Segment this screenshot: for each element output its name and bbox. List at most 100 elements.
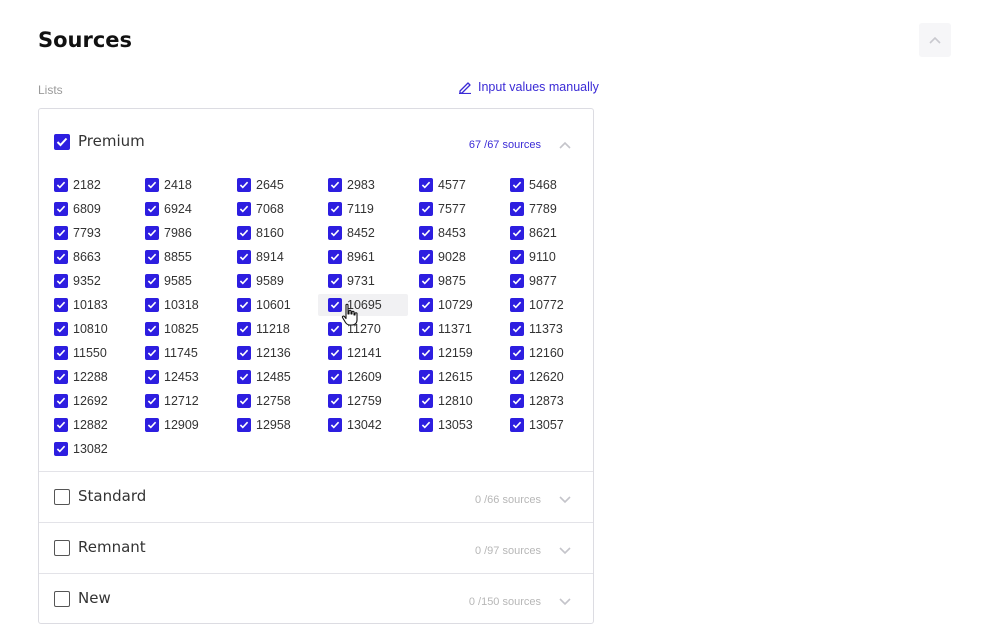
source-item-9352[interactable]: 9352 (54, 273, 101, 289)
source-checkbox[interactable] (54, 346, 68, 360)
source-item-12873[interactable]: 12873 (510, 393, 564, 409)
source-item-12712[interactable]: 12712 (145, 393, 199, 409)
source-item-2645[interactable]: 2645 (237, 177, 284, 193)
source-checkbox[interactable] (510, 274, 524, 288)
group-remnant-checkbox[interactable] (54, 540, 70, 556)
source-checkbox[interactable] (237, 250, 251, 264)
source-checkbox[interactable] (54, 322, 68, 336)
source-item-2418[interactable]: 2418 (145, 177, 192, 193)
source-item-10729[interactable]: 10729 (419, 297, 473, 313)
source-item-10318[interactable]: 10318 (145, 297, 199, 313)
source-item-11550[interactable]: 11550 (54, 345, 107, 361)
source-item-6924[interactable]: 6924 (145, 201, 192, 217)
source-checkbox[interactable] (54, 394, 68, 408)
source-item-2182[interactable]: 2182 (54, 177, 101, 193)
source-item-8855[interactable]: 8855 (145, 249, 192, 265)
source-checkbox[interactable] (419, 322, 433, 336)
source-checkbox[interactable] (328, 346, 342, 360)
source-item-6809[interactable]: 6809 (54, 201, 101, 217)
source-item-9028[interactable]: 9028 (419, 249, 466, 265)
source-checkbox[interactable] (510, 226, 524, 240)
source-checkbox[interactable] (419, 418, 433, 432)
source-item-12615[interactable]: 12615 (419, 369, 473, 385)
source-checkbox[interactable] (237, 322, 251, 336)
source-checkbox[interactable] (328, 418, 342, 432)
source-checkbox[interactable] (54, 202, 68, 216)
source-item-12810[interactable]: 12810 (419, 393, 473, 409)
source-checkbox[interactable] (237, 226, 251, 240)
source-item-8663[interactable]: 8663 (54, 249, 101, 265)
source-checkbox[interactable] (510, 322, 524, 336)
group-remnant-toggle[interactable] (559, 542, 571, 560)
source-checkbox[interactable] (328, 394, 342, 408)
source-checkbox[interactable] (54, 178, 68, 192)
input-values-manually-link[interactable]: Input values manually (458, 80, 599, 94)
source-item-12758[interactable]: 12758 (237, 393, 291, 409)
source-checkbox[interactable] (145, 298, 159, 312)
source-checkbox[interactable] (510, 370, 524, 384)
source-item-13042[interactable]: 13042 (328, 417, 382, 433)
source-checkbox[interactable] (54, 442, 68, 456)
source-checkbox[interactable] (328, 226, 342, 240)
source-item-2983[interactable]: 2983 (328, 177, 375, 193)
source-item-7789[interactable]: 7789 (510, 201, 557, 217)
source-checkbox[interactable] (328, 370, 342, 384)
group-premium-checkbox[interactable] (54, 134, 70, 150)
source-checkbox[interactable] (419, 274, 433, 288)
source-checkbox[interactable] (419, 250, 433, 264)
source-item-12160[interactable]: 12160 (510, 345, 564, 361)
source-item-9589[interactable]: 9589 (237, 273, 284, 289)
source-checkbox[interactable] (237, 298, 251, 312)
source-item-5468[interactable]: 5468 (510, 177, 557, 193)
source-item-12288[interactable]: 12288 (54, 369, 108, 385)
source-item-12141[interactable]: 12141 (328, 345, 382, 361)
source-item-7577[interactable]: 7577 (419, 201, 466, 217)
source-checkbox[interactable] (54, 418, 68, 432)
source-checkbox[interactable] (510, 250, 524, 264)
source-checkbox[interactable] (145, 370, 159, 384)
source-checkbox[interactable] (145, 274, 159, 288)
source-item-9110[interactable]: 9110 (510, 249, 556, 265)
source-checkbox[interactable] (237, 394, 251, 408)
group-premium-toggle[interactable] (559, 136, 571, 154)
source-checkbox[interactable] (328, 322, 342, 336)
source-item-12609[interactable]: 12609 (328, 369, 382, 385)
source-checkbox[interactable] (419, 370, 433, 384)
source-item-12958[interactable]: 12958 (237, 417, 291, 433)
source-item-7119[interactable]: 7119 (328, 201, 374, 217)
source-checkbox[interactable] (419, 298, 433, 312)
collapse-section-button[interactable] (919, 23, 951, 57)
source-item-8621[interactable]: 8621 (510, 225, 557, 241)
source-checkbox[interactable] (419, 178, 433, 192)
source-checkbox[interactable] (237, 418, 251, 432)
source-item-12759[interactable]: 12759 (328, 393, 382, 409)
group-new-toggle[interactable] (559, 593, 571, 611)
source-checkbox[interactable] (145, 418, 159, 432)
source-checkbox[interactable] (54, 226, 68, 240)
source-checkbox[interactable] (54, 298, 68, 312)
group-new-checkbox[interactable] (54, 591, 70, 607)
source-item-13057[interactable]: 13057 (510, 417, 564, 433)
source-item-7068[interactable]: 7068 (237, 201, 284, 217)
source-item-10825[interactable]: 10825 (145, 321, 199, 337)
source-checkbox[interactable] (419, 202, 433, 216)
source-checkbox[interactable] (237, 202, 251, 216)
source-checkbox[interactable] (328, 250, 342, 264)
source-item-8453[interactable]: 8453 (419, 225, 466, 241)
source-checkbox[interactable] (510, 202, 524, 216)
source-checkbox[interactable] (145, 202, 159, 216)
source-checkbox[interactable] (145, 178, 159, 192)
source-checkbox[interactable] (510, 298, 524, 312)
source-item-8160[interactable]: 8160 (237, 225, 284, 241)
source-item-11371[interactable]: 11371 (419, 321, 472, 337)
source-item-7986[interactable]: 7986 (145, 225, 192, 241)
source-checkbox[interactable] (328, 178, 342, 192)
source-item-13082[interactable]: 13082 (54, 441, 108, 457)
source-item-12453[interactable]: 12453 (145, 369, 199, 385)
source-checkbox[interactable] (510, 178, 524, 192)
source-item-8914[interactable]: 8914 (237, 249, 284, 265)
source-item-12692[interactable]: 12692 (54, 393, 108, 409)
source-checkbox[interactable] (419, 226, 433, 240)
source-checkbox[interactable] (237, 346, 251, 360)
source-checkbox[interactable] (510, 418, 524, 432)
